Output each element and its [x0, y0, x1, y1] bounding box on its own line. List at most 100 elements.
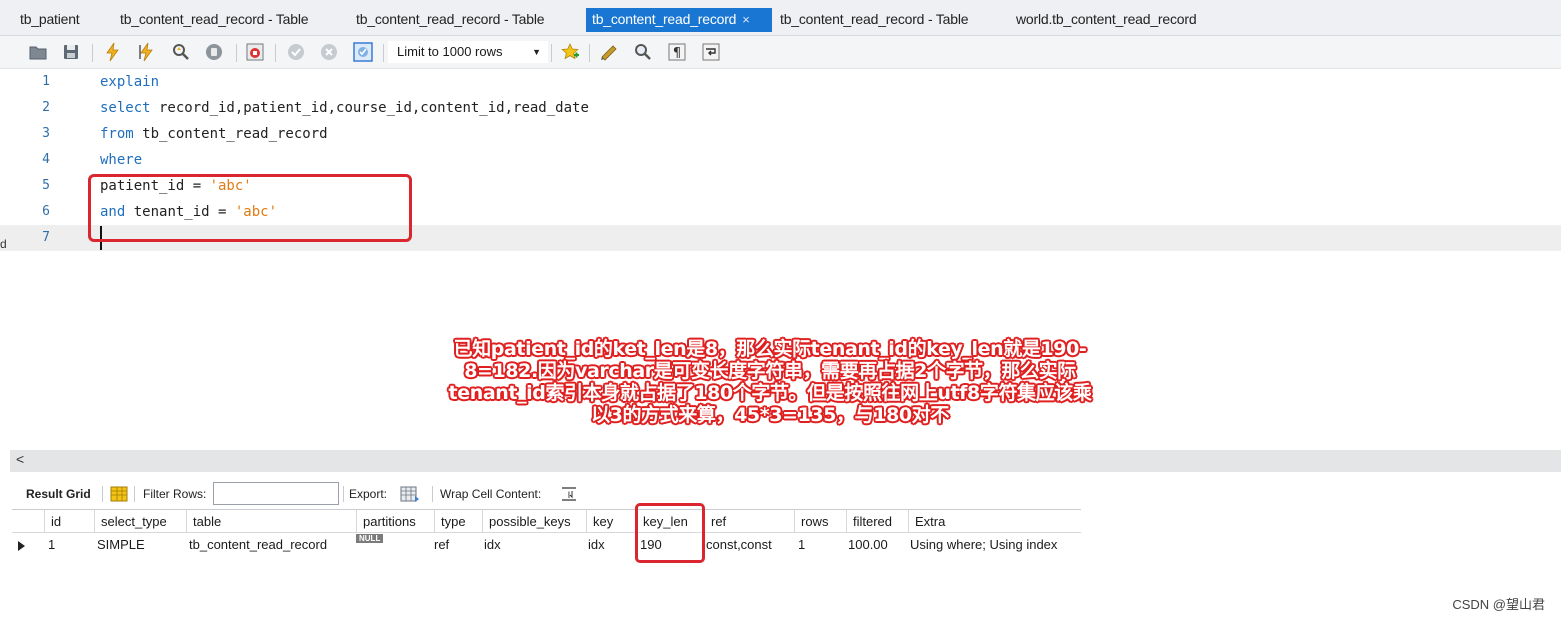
cell-type[interactable]: ref — [428, 533, 449, 557]
beautify-icon[interactable] — [598, 41, 620, 63]
tab-tb-patient[interactable]: tb_patient — [14, 8, 80, 32]
wrap-cell-icon[interactable]: I — [560, 486, 578, 502]
save-icon[interactable] — [60, 41, 82, 63]
highlight-box-where-clause — [88, 174, 412, 242]
watermark: CSDN @望山君 — [1452, 597, 1545, 612]
cell-select-type[interactable]: SIMPLE — [91, 533, 145, 557]
cell-possible-keys[interactable]: idx — [478, 533, 501, 557]
column-header-extra[interactable]: Extra — [908, 510, 1081, 533]
column-header-key[interactable]: key — [586, 510, 636, 533]
tab-label: tb_content_read_record - Table — [780, 11, 969, 27]
toolbar-divider — [589, 44, 590, 62]
toolbar-divider — [236, 44, 237, 62]
column-header-rows[interactable]: rows — [794, 510, 846, 533]
column-header-id[interactable]: id — [44, 510, 94, 533]
filter-rows-label: Filter Rows: — [143, 487, 207, 501]
tab-label: tb_content_read_record — [592, 11, 737, 27]
result-toolbar: Result Grid Filter Rows: Export: Wrap Ce… — [10, 478, 1561, 510]
result-grid: id select_type table partitions type pos… — [12, 509, 1081, 619]
cell-rows[interactable]: 1 — [792, 533, 805, 557]
execute-icon[interactable] — [102, 41, 124, 63]
toggle-error-icon[interactable] — [244, 41, 266, 63]
code-text: from tb_content_read_record — [100, 121, 328, 147]
column-header-table[interactable]: table — [186, 510, 356, 533]
column-header-partitions[interactable]: partitions — [356, 510, 434, 533]
cell-partitions[interactable]: NULL — [350, 533, 384, 557]
code-text: select record_id,patient_id,course_id,co… — [100, 95, 589, 121]
sql-keyword: where — [100, 152, 143, 168]
tab-bar: tb_patient tb_content_read_record - Tabl… — [0, 0, 1561, 36]
toolbar-divider — [134, 486, 135, 502]
result-grid-tab[interactable]: Result Grid — [26, 478, 91, 510]
grid-view-icon[interactable] — [110, 486, 128, 502]
line-number: 1 — [42, 74, 50, 89]
line-number: 5 — [42, 178, 50, 193]
grid-header-row: id select_type table partitions type pos… — [12, 509, 1081, 533]
svg-text:¶: ¶ — [673, 46, 681, 61]
cell-filtered[interactable]: 100.00 — [842, 533, 888, 557]
annotation-text: 已知patient_id的ket_len是8，那么实际tenant_id的key… — [448, 338, 1092, 426]
sql-keyword: from — [100, 126, 134, 142]
wrap-cell-content-label: Wrap Cell Content: — [440, 487, 542, 501]
highlight-box-key-len — [635, 503, 705, 563]
chevron-down-icon: ▼ — [532, 47, 541, 57]
toolbar-divider — [102, 486, 103, 502]
wrap-icon[interactable] — [700, 41, 722, 63]
toolbar-divider — [432, 486, 433, 502]
tab-content-read-record-table-2[interactable]: tb_content_read_record - Table — [350, 8, 545, 32]
sql-editor-toolbar: ¶ — [0, 36, 1561, 69]
line-number: 6 — [42, 204, 50, 219]
cell-extra[interactable]: Using where; Using index — [904, 533, 1057, 557]
scroll-left-icon[interactable]: < — [16, 451, 24, 467]
find-icon[interactable] — [632, 41, 654, 63]
table-row[interactable]: 1 SIMPLE tb_content_read_record NULL ref… — [12, 533, 1081, 557]
sql-identifier: record_id,patient_id,course_id,content_i… — [150, 100, 589, 116]
commit-icon[interactable] — [285, 41, 307, 63]
invisible-chars-icon[interactable]: ¶ — [666, 41, 688, 63]
cell-key[interactable]: idx — [582, 533, 605, 557]
limit-rows-value: Limit to 1000 rows — [397, 44, 503, 59]
toolbar-divider — [383, 44, 384, 62]
line-number: 7 — [42, 230, 50, 245]
code-text: explain — [100, 69, 159, 95]
sql-keyword: select — [100, 100, 151, 116]
bookmark-icon[interactable] — [559, 41, 581, 63]
editor-line: 4 where — [0, 147, 1561, 173]
column-header-select-type[interactable]: select_type — [94, 510, 186, 533]
filter-rows-input[interactable] — [213, 482, 339, 505]
cell-ref[interactable]: const,const — [700, 533, 772, 557]
column-header-filtered[interactable]: filtered — [846, 510, 908, 533]
execute-current-icon[interactable] — [136, 41, 158, 63]
null-badge: NULL — [356, 534, 384, 543]
tab-content-read-record-table-3[interactable]: tb_content_read_record - Table — [774, 8, 969, 32]
cell-table[interactable]: tb_content_read_record — [183, 533, 327, 557]
export-icon[interactable] — [400, 486, 422, 502]
sql-identifier: tb_content_read_record — [133, 126, 328, 142]
column-header-type[interactable]: type — [434, 510, 482, 533]
limit-rows-select[interactable]: Limit to 1000 rows ▼ — [388, 41, 548, 63]
stop-icon[interactable] — [203, 41, 225, 63]
explain-icon[interactable] — [170, 41, 192, 63]
rollback-icon[interactable] — [318, 41, 340, 63]
toolbar-divider — [92, 44, 93, 62]
tab-content-read-record-active[interactable]: tb_content_read_record × — [586, 8, 772, 32]
close-icon[interactable]: × — [742, 9, 750, 31]
line-number: 4 — [42, 152, 50, 167]
tab-label: tb_content_read_record - Table — [120, 11, 309, 27]
cell-id[interactable]: 1 — [42, 533, 55, 557]
toolbar-divider — [275, 44, 276, 62]
tab-label: tb_patient — [20, 11, 80, 27]
column-header-possible-keys[interactable]: possible_keys — [482, 510, 586, 533]
tab-content-read-record-table-1[interactable]: tb_content_read_record - Table — [114, 8, 309, 32]
editor-line: 3 from tb_content_read_record — [0, 121, 1561, 147]
editor-line: 2 select record_id,patient_id,course_id,… — [0, 95, 1561, 121]
toolbar-divider — [343, 486, 344, 502]
horizontal-scrollbar[interactable]: < — [10, 450, 1561, 472]
line-number: 3 — [42, 126, 50, 141]
autocommit-icon[interactable] — [352, 41, 374, 63]
open-folder-icon[interactable] — [27, 41, 49, 63]
column-header-ref[interactable]: ref — [704, 510, 794, 533]
editor-line: 1 explain — [0, 69, 1561, 95]
tab-world-content-read-record[interactable]: world.tb_content_read_record — [1010, 8, 1197, 32]
code-text: where — [100, 147, 142, 173]
